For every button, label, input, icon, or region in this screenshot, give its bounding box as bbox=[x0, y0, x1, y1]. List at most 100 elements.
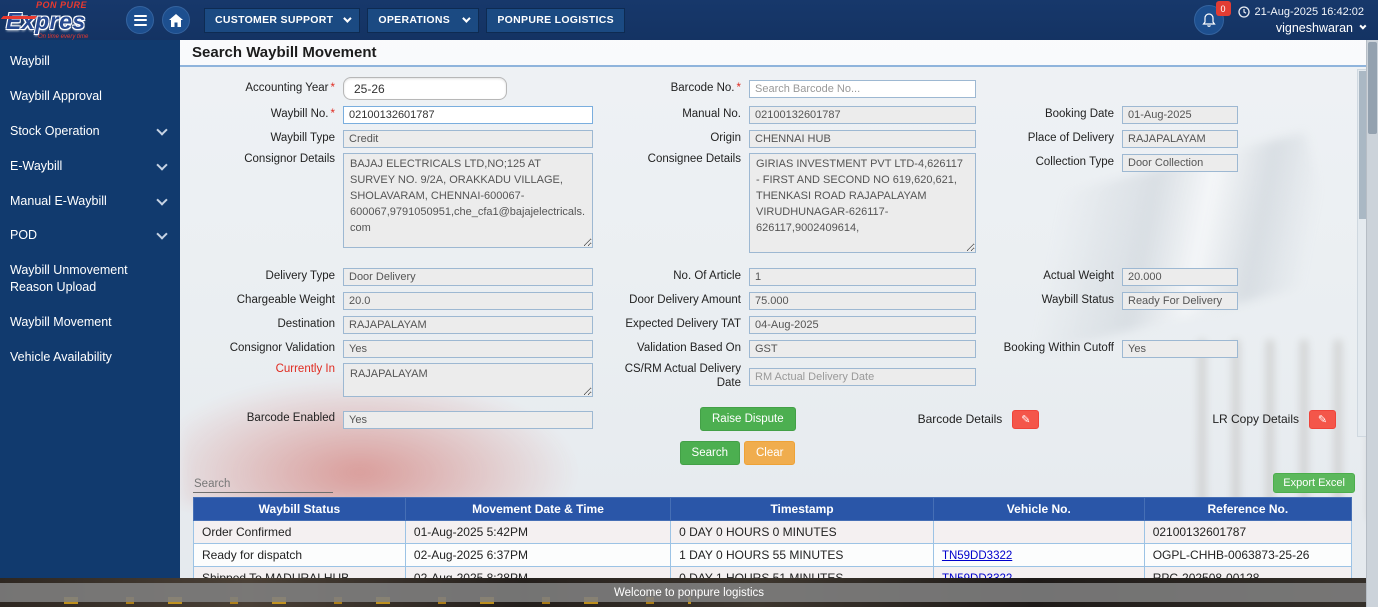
table-row: Ready for dispatch02-Aug-2025 6:37PM1 DA… bbox=[194, 544, 1352, 567]
barcode-enabled-field[interactable] bbox=[343, 411, 593, 429]
manual-no-label: Manual No. bbox=[599, 108, 749, 122]
consignor-details-textarea[interactable]: BAJAJ ELECTRICALS LTD,NO;125 AT SURVEY N… bbox=[343, 153, 593, 248]
vehicle-link[interactable]: TN59DD3322 bbox=[942, 550, 1012, 562]
nav-button-operations[interactable]: OPERATIONS bbox=[367, 8, 479, 33]
chevron-down-icon bbox=[156, 159, 167, 170]
consignee-details-textarea[interactable]: GIRIAS INVESTMENT PVT LTD-4,626117 - FIR… bbox=[749, 153, 976, 253]
expected-delivery-tat-field[interactable] bbox=[749, 316, 976, 334]
sidebar-item-pod[interactable]: POD bbox=[0, 218, 180, 253]
door-delivery-amount-field[interactable] bbox=[749, 292, 976, 310]
waybill-status-label: Waybill Status bbox=[982, 294, 1122, 308]
sidebar-item-vehicle-availability[interactable]: Vehicle Availability bbox=[0, 340, 180, 375]
movement-table-wrap: Waybill StatusMovement Date & TimeTimest… bbox=[180, 497, 1378, 578]
sidebar-item-manual-e-waybill[interactable]: Manual E-Waybill bbox=[0, 184, 180, 219]
page-title: Search Waybill Movement bbox=[192, 44, 377, 61]
nav-button-customer-support[interactable]: CUSTOMER SUPPORT bbox=[204, 8, 360, 33]
chargeable-weight-field[interactable] bbox=[343, 292, 593, 310]
export-excel-button[interactable]: Export Excel bbox=[1273, 473, 1355, 493]
delivery-type-field[interactable] bbox=[343, 268, 593, 286]
reference-no-cell: RPC-202508-00128 bbox=[1144, 567, 1351, 579]
cs-rm-actual-delivery-date-label: CS/RM Actual Delivery Date bbox=[599, 363, 749, 391]
brand-main-text: Expres bbox=[6, 10, 118, 33]
timestamp-cell: 1 DAY 0 HOURS 55 MINUTES bbox=[671, 544, 934, 567]
search-button[interactable]: Search bbox=[680, 441, 740, 465]
manual-no-field[interactable] bbox=[749, 106, 976, 124]
booking-date-field[interactable] bbox=[1122, 106, 1238, 124]
clear-button[interactable]: Clear bbox=[744, 441, 795, 465]
validation-based-on-label: Validation Based On bbox=[599, 342, 749, 356]
status-cell: Shipped To MADURAI HUB bbox=[194, 567, 406, 579]
validation-based-on-field[interactable] bbox=[749, 340, 976, 358]
user-area: 21-Aug-2025 16:42:02 vigneshwaran bbox=[1238, 6, 1364, 35]
destination-label: Destination bbox=[193, 318, 343, 332]
sidebar-item-waybill-movement[interactable]: Waybill Movement bbox=[0, 305, 180, 340]
welcome-message: Welcome to ponpure logistics bbox=[614, 587, 764, 599]
place-of-delivery-field[interactable] bbox=[1122, 130, 1238, 148]
hamburger-menu-button[interactable] bbox=[126, 6, 154, 34]
status-cell: Ready for dispatch bbox=[194, 544, 406, 567]
sidebar-item-waybill-approval[interactable]: Waybill Approval bbox=[0, 79, 180, 114]
column-header: Movement Date & Time bbox=[405, 498, 670, 521]
consignor-validation-label: Consignor Validation bbox=[193, 342, 343, 356]
chevron-down-icon bbox=[156, 124, 167, 135]
chevron-down-icon bbox=[156, 229, 167, 240]
barcode-details-label: Barcode Details bbox=[918, 412, 1003, 426]
consignee-details-label: Consignee Details bbox=[599, 153, 749, 167]
origin-label: Origin bbox=[599, 132, 749, 146]
currently-in-textarea[interactable]: RAJAPALAYAM bbox=[343, 363, 593, 397]
no-of-article-label: No. Of Article bbox=[599, 270, 749, 284]
home-icon bbox=[169, 14, 183, 27]
sidebar-item-e-waybill[interactable]: E-Waybill bbox=[0, 149, 180, 184]
window-scrollbar[interactable] bbox=[1366, 40, 1378, 607]
actual-weight-field[interactable] bbox=[1122, 268, 1238, 286]
barcode-enabled-label: Barcode Enabled bbox=[193, 412, 343, 426]
vehicle-no-cell bbox=[933, 521, 1144, 544]
accounting-year-select[interactable] bbox=[343, 77, 507, 100]
consignor-validation-field[interactable] bbox=[343, 340, 593, 358]
waybill-type-label: Waybill Type bbox=[193, 132, 343, 146]
expected-delivery-tat-label: Expected Delivery TAT bbox=[599, 318, 749, 332]
chevron-down-icon bbox=[1359, 23, 1366, 30]
chevron-down-icon bbox=[452, 14, 468, 26]
movement-table-body: Order Confirmed01-Aug-2025 5:42PM0 DAY 0… bbox=[194, 521, 1352, 579]
window-scrollbar-thumb[interactable] bbox=[1368, 42, 1377, 134]
barcode-details-edit-button[interactable]: ✎ bbox=[1012, 410, 1039, 429]
chevron-down-icon bbox=[156, 194, 167, 205]
sidebar-item-stock-operation[interactable]: Stock Operation bbox=[0, 114, 180, 149]
movement-table: Waybill StatusMovement Date & TimeTimest… bbox=[193, 497, 1352, 578]
booking-within-cutoff-field[interactable] bbox=[1122, 340, 1238, 358]
table-row: Order Confirmed01-Aug-2025 5:42PM0 DAY 0… bbox=[194, 521, 1352, 544]
waybill-no-input[interactable] bbox=[343, 106, 593, 124]
timestamp-cell: 0 DAY 1 HOURS 51 MINUTES bbox=[671, 567, 934, 579]
sidebar-menu: WaybillWaybill ApprovalStock OperationE-… bbox=[0, 40, 180, 578]
table-search-input[interactable] bbox=[193, 476, 333, 493]
sidebar-item-waybill-unmovement-reason-upload[interactable]: Waybill Unmovement Reason Upload bbox=[0, 253, 180, 305]
chevron-down-icon bbox=[333, 14, 349, 26]
collection-type-field[interactable] bbox=[1122, 154, 1238, 172]
chargeable-weight-label: Chargeable Weight bbox=[193, 294, 343, 308]
lr-copy-details-edit-button[interactable]: ✎ bbox=[1309, 410, 1336, 429]
raise-dispute-button[interactable]: Raise Dispute bbox=[700, 407, 796, 431]
datetime-row: 21-Aug-2025 16:42:02 bbox=[1238, 6, 1364, 18]
user-menu[interactable]: vigneshwaran bbox=[1276, 21, 1364, 35]
door-delivery-amount-label: Door Delivery Amount bbox=[599, 294, 749, 308]
waybill-status-field[interactable] bbox=[1122, 292, 1238, 310]
destination-field[interactable] bbox=[343, 316, 593, 334]
top-header-bar: PON PURE Expres On time every time CUSTO… bbox=[0, 0, 1378, 40]
home-button[interactable] bbox=[162, 6, 190, 34]
sidebar-item-waybill[interactable]: Waybill bbox=[0, 44, 180, 79]
reference-no-cell: OGPL-CHHB-0063873-25-26 bbox=[1144, 544, 1351, 567]
origin-field[interactable] bbox=[749, 130, 976, 148]
brand-logo[interactable]: PON PURE Expres On time every time bbox=[6, 1, 118, 40]
accounting-year-label: Accounting Year* bbox=[193, 82, 343, 96]
nav-button-ponpure-logistics[interactable]: PONPURE LOGISTICS bbox=[486, 8, 625, 33]
barcode-no-input[interactable] bbox=[749, 80, 976, 98]
actual-weight-label: Actual Weight bbox=[982, 270, 1122, 284]
currently-in-label: Currently In bbox=[193, 363, 343, 377]
waybill-type-field[interactable] bbox=[343, 130, 593, 148]
no-of-article-field[interactable] bbox=[749, 268, 976, 286]
booking-date-label: Booking Date bbox=[982, 108, 1122, 122]
booking-within-cutoff-label: Booking Within Cutoff bbox=[982, 342, 1122, 356]
cs-rm-actual-delivery-date-field[interactable] bbox=[749, 368, 976, 386]
form-scrollbar-thumb[interactable] bbox=[1359, 71, 1366, 219]
